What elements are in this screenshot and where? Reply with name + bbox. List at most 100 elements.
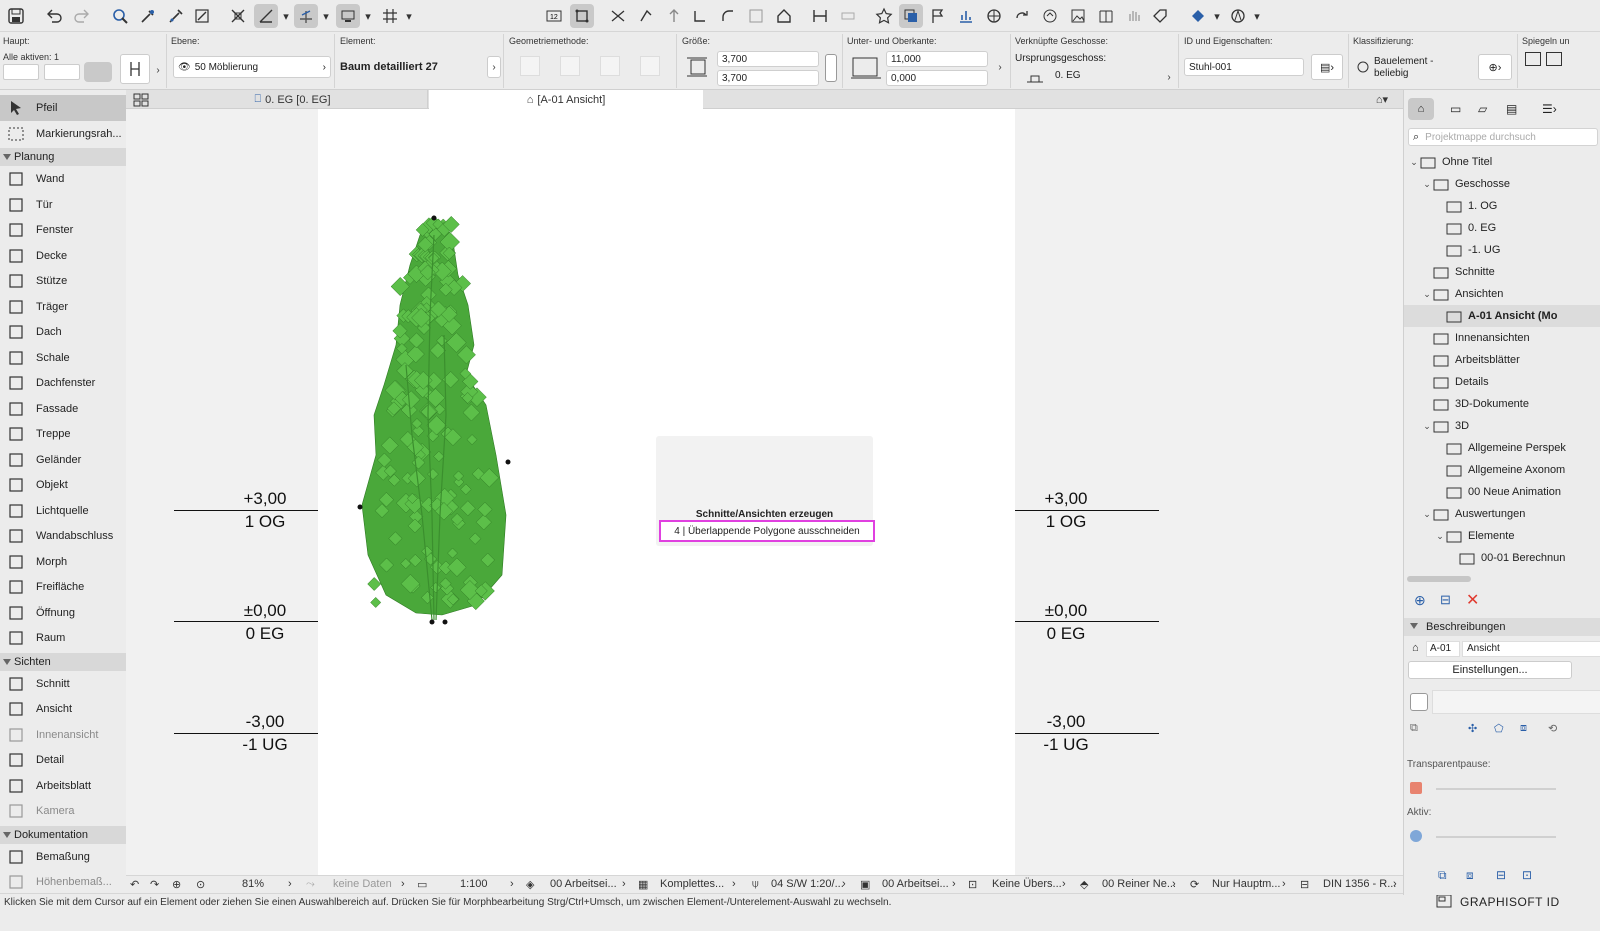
tag-icon[interactable] bbox=[1148, 4, 1172, 28]
preview-tool-3-icon[interactable]: ⬠ bbox=[1494, 722, 1504, 735]
panel-tool-4-icon[interactable]: ⊡ bbox=[1522, 868, 1532, 882]
tool-gela-nder[interactable]: Geländer bbox=[0, 447, 126, 473]
tab-floor-plan[interactable]: ⎕ 0. EG [0. EG] bbox=[158, 90, 428, 109]
transparent-slider[interactable] bbox=[1436, 788, 1556, 790]
element-chevron[interactable]: › bbox=[487, 56, 501, 78]
tool-innenansicht[interactable]: Innenansicht bbox=[0, 722, 126, 748]
column-icon[interactable] bbox=[808, 4, 832, 28]
geometry-method-4-icon[interactable] bbox=[640, 56, 660, 76]
undo-zoom-icon[interactable]: ↶ bbox=[130, 878, 139, 891]
renovation-chevron-icon[interactable]: › bbox=[1172, 878, 1176, 890]
view-value[interactable]: 00 Arbeitsei... bbox=[882, 878, 949, 890]
tool-lichtquelle[interactable]: Lichtquelle bbox=[0, 498, 126, 524]
publish-icon[interactable] bbox=[1038, 4, 1062, 28]
gravity-icon[interactable] bbox=[336, 4, 360, 28]
tool-decke[interactable]: Decke bbox=[0, 243, 126, 269]
tree-item[interactable]: Allgemeine Axonom bbox=[1404, 459, 1600, 481]
size-a-input[interactable]: 3,700 bbox=[717, 51, 819, 67]
preview-tool-1-icon[interactable]: ⧉ bbox=[1410, 722, 1418, 735]
tool-kamera[interactable]: Kamera bbox=[0, 798, 126, 824]
tool-tra-ger[interactable]: Träger bbox=[0, 294, 126, 320]
model-chevron-icon[interactable]: › bbox=[842, 878, 846, 890]
save-icon[interactable] bbox=[4, 4, 28, 28]
chevron-down-icon[interactable]: ⌄ bbox=[1434, 531, 1446, 542]
chevron-down-icon[interactable]: ⌄ bbox=[1421, 289, 1433, 300]
tool-fassade[interactable]: Fassade bbox=[0, 396, 126, 422]
link-chain-icon[interactable] bbox=[825, 54, 837, 82]
layer-combo[interactable]: 00 Arbeitsei... bbox=[550, 878, 617, 890]
house-icon[interactable] bbox=[772, 4, 796, 28]
tree-item[interactable]: 00-01 Berechnun bbox=[1404, 547, 1600, 569]
geometry-method-1-icon[interactable] bbox=[520, 56, 540, 76]
beschreibungen-header[interactable]: Beschreibungen bbox=[1404, 618, 1600, 636]
tree-scrollbar[interactable] bbox=[1407, 576, 1471, 582]
preview-tool-4-icon[interactable]: ⧈ bbox=[1520, 722, 1527, 735]
tool-bema-ung[interactable]: Bemaßung bbox=[0, 844, 126, 870]
tab-overview-icon[interactable] bbox=[126, 90, 156, 109]
top-edge-input[interactable]: 11,000 bbox=[886, 51, 988, 67]
structure-chevron-icon[interactable]: › bbox=[1282, 878, 1286, 890]
pen-set[interactable]: Komplettes... bbox=[660, 878, 724, 890]
desc-id-field[interactable]: A-01 bbox=[1426, 641, 1460, 657]
pencil-icon[interactable] bbox=[1226, 4, 1250, 28]
zoom-fit-icon[interactable]: ⊙ bbox=[196, 878, 205, 891]
aktiv-color-swatch[interactable] bbox=[1410, 830, 1422, 842]
tool-markierungsrah[interactable]: Markierungsrah... bbox=[0, 121, 126, 147]
navigator-search[interactable]: ⌕ Projektmappe durchsuch bbox=[1408, 128, 1598, 146]
syringe-icon[interactable] bbox=[164, 4, 188, 28]
split-icon[interactable] bbox=[634, 4, 658, 28]
chevron-down-icon[interactable]: ⌄ bbox=[1421, 421, 1433, 432]
tree-item[interactable]: 00 Neue Animation bbox=[1404, 481, 1600, 503]
tool-schale[interactable]: Schale bbox=[0, 345, 126, 371]
tree-item[interactable]: Allgemeine Perspek bbox=[1404, 437, 1600, 459]
panel-tool-2-icon[interactable]: ⧈ bbox=[1466, 868, 1474, 883]
section-dokumentation[interactable]: Dokumentation bbox=[0, 825, 126, 844]
tree-item[interactable]: ⌄ Geschosse bbox=[1404, 173, 1600, 195]
desc-name-field[interactable]: Ansicht bbox=[1462, 641, 1600, 657]
tool-ho-henbema[interactable]: Höhenbemaß... bbox=[0, 869, 126, 895]
fillet-icon[interactable] bbox=[716, 4, 740, 28]
tool-stu-tze[interactable]: Stütze bbox=[0, 268, 126, 294]
panel-tool-3-icon[interactable]: ⊟ bbox=[1496, 868, 1506, 882]
tool-wand[interactable]: Wand bbox=[0, 166, 126, 192]
tool-treppe[interactable]: Treppe bbox=[0, 421, 126, 447]
layer-select[interactable]: 👁 50 Möblierung › bbox=[173, 56, 331, 78]
tree-item[interactable]: 1. OG bbox=[1404, 195, 1600, 217]
delete-icon[interactable]: ✕ bbox=[1466, 590, 1479, 610]
intersect-icon[interactable] bbox=[688, 4, 712, 28]
tree-item[interactable]: ⌄ Ansichten bbox=[1404, 283, 1600, 305]
layout-book-icon[interactable]: ▱ bbox=[1478, 102, 1487, 116]
chair-icon[interactable] bbox=[120, 54, 150, 84]
globe-icon[interactable] bbox=[982, 4, 1006, 28]
layers-icon[interactable] bbox=[899, 4, 923, 28]
redo-zoom-icon[interactable]: ↷ bbox=[150, 878, 159, 891]
intersection-icon[interactable] bbox=[226, 4, 250, 28]
tree-item[interactable]: A-01 Ansicht (Mo bbox=[1404, 305, 1600, 327]
undo-icon[interactable] bbox=[42, 4, 66, 28]
gravity-dropdown-icon[interactable]: ▾ bbox=[363, 4, 373, 28]
chevron-down-icon[interactable]: ⌄ bbox=[1408, 157, 1420, 168]
tool-freifla-che[interactable]: Freifläche bbox=[0, 574, 126, 600]
classification-button[interactable]: ⊕› bbox=[1478, 54, 1512, 80]
favorites-icon[interactable] bbox=[872, 4, 896, 28]
transparent-color-swatch[interactable] bbox=[1410, 782, 1422, 794]
geometry-method-3-icon[interactable] bbox=[600, 56, 620, 76]
trim-icon[interactable] bbox=[606, 4, 630, 28]
chevron-right-icon[interactable]: › bbox=[151, 59, 165, 81]
guide-dropdown-icon[interactable]: ▾ bbox=[281, 4, 291, 28]
window-icon[interactable] bbox=[1436, 894, 1452, 908]
structure-value[interactable]: Nur Hauptm... bbox=[1212, 878, 1280, 890]
size-b-input[interactable]: 3,700 bbox=[717, 70, 819, 86]
tab-elevation[interactable]: ⌂ [A-01 Ansicht] bbox=[429, 90, 703, 109]
view-chevron-icon[interactable]: › bbox=[952, 878, 956, 890]
zoom-in-icon[interactable]: ⊕ bbox=[172, 878, 181, 891]
share-icon[interactable] bbox=[1010, 4, 1034, 28]
tool-dach[interactable]: Dach bbox=[0, 319, 126, 345]
magic-wand-icon[interactable] bbox=[190, 4, 214, 28]
geometry-method-2-icon[interactable] bbox=[560, 56, 580, 76]
zoom-chevron-icon[interactable]: › bbox=[288, 878, 292, 890]
aktiv-slider[interactable] bbox=[1436, 836, 1556, 838]
renovation-icon[interactable] bbox=[1186, 4, 1210, 28]
hand-icon[interactable] bbox=[1122, 4, 1146, 28]
tree-item[interactable]: ⌄ Auswertungen bbox=[1404, 503, 1600, 525]
